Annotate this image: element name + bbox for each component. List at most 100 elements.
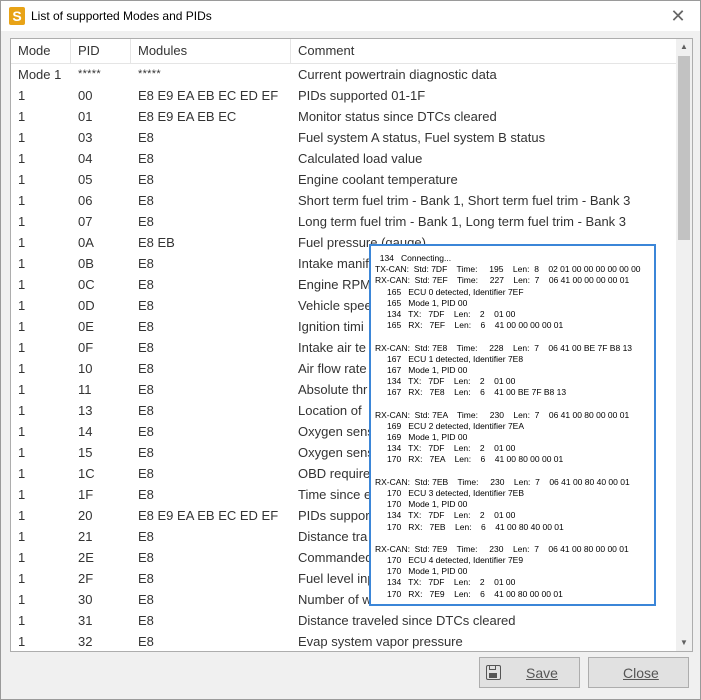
table-row[interactable]: Mode 1 ***** ***** Current powertrain diagn… [11, 64, 675, 85]
table-row[interactable]: 1 03 E8 Fuel system A status, Fuel system B… [11, 127, 675, 148]
cell-comment: Monitor status since DTCs cleared [298, 109, 497, 124]
column-header-pid[interactable]: PID [71, 39, 131, 63]
cell-comment: Current powertrain diagnostic data [298, 67, 497, 82]
cell-comment: Engine coolant temperature [298, 172, 458, 187]
table-row[interactable]: 1 00 E8 E9 EA EB EC ED EF PIDs supported 01… [11, 85, 675, 106]
cell-mode: Mode 1 [18, 67, 62, 82]
cell-pid: 2F [78, 571, 94, 586]
cell-mode: 1 [18, 130, 26, 145]
cell-modules: E8 E9 EA EB EC [138, 109, 237, 124]
table-row[interactable]: 1 01 E8 E9 EA EB EC Monitor status since DT… [11, 106, 675, 127]
cell-pid: 20 [78, 508, 93, 523]
cell-modules: E8 EB [138, 235, 175, 250]
cell-modules: E8 E9 EA EB EC ED EF [138, 508, 279, 523]
cell-modules: E8 [138, 403, 154, 418]
log-line: 169 Mode 1, PID 00 [387, 432, 468, 442]
cell-mode: 1 [18, 508, 26, 523]
cell-mode: 1 [18, 529, 26, 544]
table-row[interactable]: 1 04 E8 Calculated load value [11, 148, 675, 169]
cell-mode: 1 [18, 340, 26, 355]
cell-mode: 1 [18, 235, 26, 250]
can-log-overlay: 134 Connecting... TX-CAN: Std: 7DF Time: … [369, 244, 656, 606]
cell-modules: E8 [138, 130, 154, 145]
cell-modules: E8 [138, 298, 154, 313]
cell-modules: E8 [138, 256, 154, 271]
cell-pid: 06 [78, 193, 93, 208]
cell-pid: 0A [78, 235, 94, 250]
log-line: RX-CAN: Std: 7E8 Time: 228 Len: 7 06 41 … [375, 342, 633, 353]
window-title: List of supported Modes and PIDs [31, 9, 212, 23]
log-line: 170 RX: 7EA Len: 6 41 00 80 00 00 01 [387, 454, 564, 465]
cell-mode: 1 [18, 277, 26, 292]
cell-modules: E8 [138, 382, 154, 397]
log-line: 170 ECU 3 detected, Identifier 7EB [387, 487, 525, 498]
table-row[interactable]: 1 05 E8 Engine coolant temperature [11, 169, 675, 190]
log-line: RX-CAN: Std: 7EF Time: 227 Len: 7 06 41 … [375, 275, 630, 286]
cell-modules: E8 E9 EA EB EC ED EF [138, 88, 279, 103]
vertical-scrollbar[interactable]: ▲ ▼ [676, 39, 692, 651]
log-line: 134 TX: 7DF Len: 2 01 00 [387, 376, 516, 387]
table-row[interactable]: 1 07 E8 Long term fuel trim - Bank 1, Long … [11, 211, 675, 232]
scrollbar-thumb[interactable] [678, 56, 690, 240]
cell-mode: 1 [18, 214, 26, 229]
close-button[interactable]: Close [588, 657, 689, 688]
column-header-mode[interactable]: Mode [11, 39, 71, 63]
cell-pid: 01 [78, 109, 93, 124]
app-logo-icon: S [9, 7, 25, 25]
log-line: 165 RX: 7EF Len: 6 41 00 00 00 00 01 [387, 320, 564, 331]
log-line: 170 RX: 7E9 Len: 6 41 00 80 00 00 01 [387, 588, 563, 599]
log-line: 165 Mode 1, PID 00 [387, 297, 468, 308]
cell-mode: 1 [18, 319, 26, 334]
log-line: 134 TX: 7DF Len: 2 01 00 [387, 577, 516, 588]
cell-pid: 0E [78, 319, 94, 334]
cell-pid: 0C [78, 277, 95, 292]
dialog-window: S List of supported Modes and PIDs ✕ Mod… [0, 0, 701, 700]
cell-mode: 1 [18, 592, 26, 607]
log-line: RX-CAN: Std: 7E9 Time: 230 Len: 7 06 41 … [375, 543, 629, 554]
log-line: RX-CAN: Std: 7EA Time: 230 Len: 7 06 41 … [375, 409, 630, 420]
table-row[interactable]: 1 32 E8 Evap system vapor pressure [11, 631, 675, 651]
scroll-up-icon[interactable]: ▲ [676, 39, 692, 55]
table-row[interactable]: 1 06 E8 Short term fuel trim - Bank 1, Shor… [11, 190, 675, 211]
cell-comment: Evap system vapor pressure [298, 634, 463, 649]
close-icon[interactable]: ✕ [666, 4, 690, 28]
save-button-label: Save [526, 665, 558, 681]
cell-pid: 2E [78, 550, 94, 565]
cell-comment: Calculated load value [298, 151, 423, 166]
cell-comment: Short term fuel trim - Bank 1, Short ter… [298, 193, 631, 208]
cell-comment: PIDs supported 01-1F [298, 88, 426, 103]
column-header-modules[interactable]: Modules [131, 39, 291, 63]
cell-modules: E8 [138, 340, 154, 355]
cell-pid: 14 [78, 424, 93, 439]
table-header: Mode PID Modules Comment [11, 39, 685, 64]
cell-modules: E8 [138, 550, 154, 565]
column-header-comment[interactable]: Comment [291, 39, 685, 63]
scroll-down-icon[interactable]: ▼ [676, 635, 692, 651]
log-line: 167 ECU 1 detected, Identifier 7E8 [387, 353, 524, 364]
cell-mode: 1 [18, 403, 26, 418]
cell-mode: 1 [18, 424, 26, 439]
save-disk-icon [486, 665, 501, 680]
cell-pid: 00 [78, 88, 93, 103]
cell-pid: 0B [78, 256, 94, 271]
cell-mode: 1 [18, 256, 26, 271]
cell-mode: 1 [18, 466, 26, 481]
cell-pid: 05 [78, 172, 93, 187]
save-button[interactable]: Save [479, 657, 580, 688]
cell-mode: 1 [18, 109, 26, 124]
cell-comment: Long term fuel trim - Bank 1, Long term … [298, 214, 627, 229]
cell-modules: E8 [138, 361, 154, 376]
cell-pid: 04 [78, 151, 93, 166]
cell-mode: 1 [18, 550, 26, 565]
log-line: 134 Connecting... [375, 253, 452, 263]
cell-pid: 11 [78, 382, 92, 397]
cell-modules: E8 [138, 634, 154, 649]
table-row[interactable]: 1 31 E8 Distance traveled since DTCs cleare… [11, 610, 675, 631]
cell-mode: 1 [18, 487, 26, 502]
log-line: 170 Mode 1, PID 00 [387, 499, 468, 510]
log-line: 165 ECU 0 detected, Identifier 7EF [387, 286, 524, 297]
cell-modules: E8 [138, 613, 154, 628]
